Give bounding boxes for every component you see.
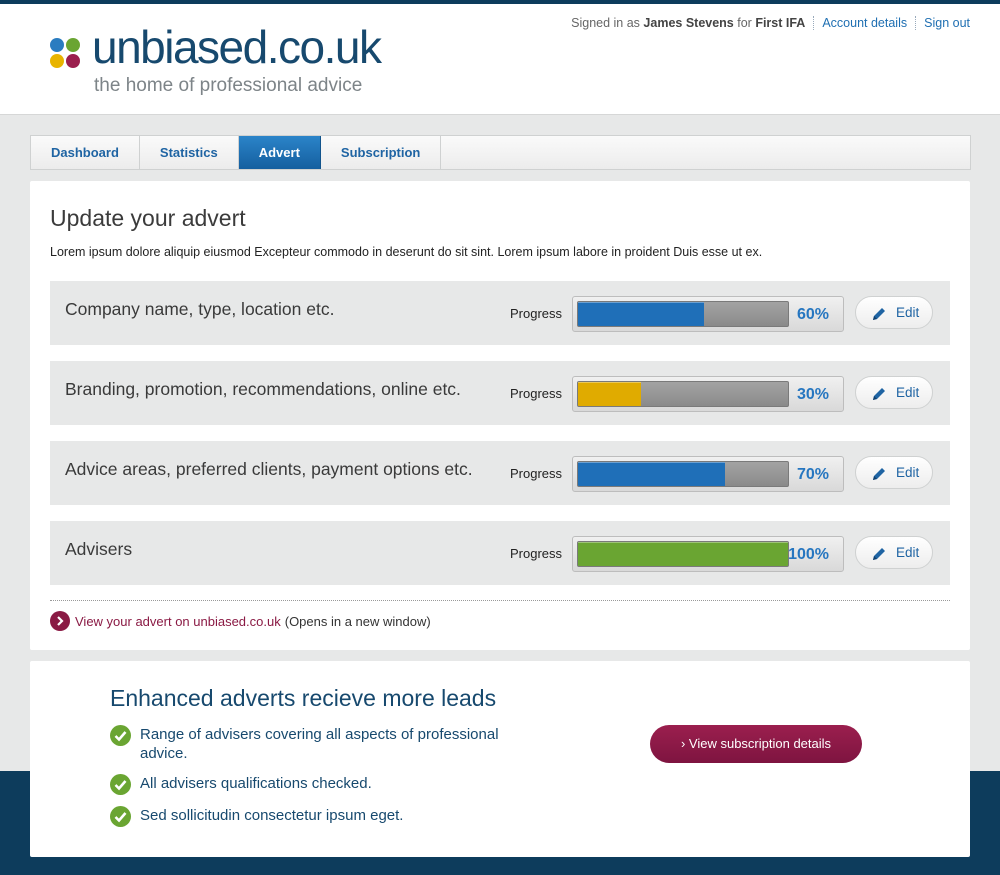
progress-label: Progress <box>510 306 563 321</box>
account-separator <box>813 16 815 30</box>
progress-track <box>577 381 789 407</box>
section-title: Branding, promotion, recommendations, on… <box>65 379 461 399</box>
pencil-icon <box>873 308 885 320</box>
check-circle-icon <box>110 806 131 827</box>
progress-percent: 70% <box>796 466 829 483</box>
progress-track <box>577 461 789 487</box>
account-details-link[interactable]: Account details <box>822 16 907 30</box>
logo-dots-icon[interactable] <box>50 38 82 70</box>
progress-percent: 30% <box>796 386 829 403</box>
feature-text: All advisers qualifications checked. <box>140 775 372 792</box>
promo-title: Enhanced adverts recieve more leads <box>110 685 497 711</box>
edit-button[interactable]: Edit <box>855 536 933 569</box>
edit-button[interactable]: Edit <box>855 296 933 329</box>
feature-item: Range of advisers covering all aspects o… <box>110 725 510 763</box>
progress-track <box>577 301 789 327</box>
tagline: the home of professional advice <box>94 75 363 96</box>
view-subscription-label: View subscription details <box>688 736 832 751</box>
edit-label: Edit <box>896 545 920 560</box>
section-title: Advisers <box>65 539 133 559</box>
intro-text: Lorem ipsum dolore aliquip eiusmod Excep… <box>50 245 763 259</box>
section-row-branding: Branding, promotion, recommendations, on… <box>50 361 950 425</box>
progress-fill <box>578 542 788 566</box>
logo-dot-magenta <box>66 54 80 68</box>
tab-dashboard[interactable]: Dashboard <box>31 136 140 169</box>
user-name: James Stevens <box>643 16 734 30</box>
promo-panel: Enhanced adverts recieve more leads Rang… <box>30 661 970 857</box>
pencil-icon <box>873 548 885 560</box>
progress-fill <box>578 382 641 406</box>
logo-text[interactable]: unbiased.co.uk <box>92 20 382 74</box>
progress-percent: 100% <box>788 546 829 563</box>
firm-name: First IFA <box>755 16 806 30</box>
check-circle-icon <box>110 725 131 746</box>
feature-item: All advisers qualifications checked. <box>110 774 510 795</box>
feature-text: Range of advisers covering all aspects o… <box>140 726 499 762</box>
progress-fill <box>578 462 725 486</box>
tab-statistics[interactable]: Statistics <box>140 136 239 169</box>
update-advert-panel: Update your advert Lorem ipsum dolore al… <box>30 181 970 650</box>
progress-bar: 30% <box>572 376 844 412</box>
logo-dot-blue <box>50 38 64 52</box>
progress-bar: 60% <box>572 296 844 332</box>
progress-label: Progress <box>510 546 563 561</box>
edit-button[interactable]: Edit <box>855 456 933 489</box>
logo-dot-green <box>66 38 80 52</box>
section-title: Advice areas, preferred clients, payment… <box>65 459 473 479</box>
chevron-right-icon <box>50 611 70 631</box>
chevron-right-icon: › <box>680 736 686 751</box>
account-bar: Signed in as James Stevens for First IFA… <box>571 16 970 30</box>
page-title: Update your advert <box>50 205 246 231</box>
sign-out-link[interactable]: Sign out <box>924 16 970 30</box>
tab-advert[interactable]: Advert <box>238 136 321 169</box>
account-separator <box>915 16 917 30</box>
section-title: Company name, type, location etc. <box>65 299 335 319</box>
section-row-advisers: Advisers Progress 100% Edit <box>50 521 950 585</box>
view-advert-row: View your advert on unbiased.co.uk (Open… <box>50 611 431 631</box>
view-subscription-button[interactable]: › View subscription details <box>650 725 862 763</box>
feature-item: Sed sollicitudin consectetur ipsum eget. <box>110 806 510 827</box>
dotted-divider <box>50 600 950 601</box>
feature-text: Sed sollicitudin consectetur ipsum eget. <box>140 807 404 824</box>
section-row-company: Company name, type, location etc. Progre… <box>50 281 950 345</box>
signed-in-prefix: Signed in as <box>571 16 640 30</box>
progress-bar: 100% <box>572 536 844 572</box>
edit-button[interactable]: Edit <box>855 376 933 409</box>
site-header: unbiased.co.uk the home of professional … <box>0 4 1000 115</box>
edit-label: Edit <box>896 305 920 320</box>
pencil-icon <box>873 468 885 480</box>
view-advert-link[interactable]: View your advert on unbiased.co.uk <box>75 614 281 629</box>
progress-label: Progress <box>510 386 563 401</box>
for-text: for <box>737 16 752 30</box>
logo-dot-yellow <box>50 54 64 68</box>
progress-track <box>577 541 789 567</box>
pencil-icon <box>873 388 885 400</box>
section-row-advice-areas: Advice areas, preferred clients, payment… <box>50 441 950 505</box>
progress-percent: 60% <box>796 306 829 323</box>
main-tabs: Dashboard Statistics Advert Subscription <box>30 135 971 170</box>
view-advert-note: (Opens in a new window) <box>284 613 431 629</box>
tab-subscription[interactable]: Subscription <box>321 136 442 169</box>
edit-label: Edit <box>896 465 920 480</box>
progress-bar: 70% <box>572 456 844 492</box>
progress-label: Progress <box>510 466 563 481</box>
edit-label: Edit <box>896 385 920 400</box>
check-circle-icon <box>110 774 131 795</box>
progress-fill <box>578 302 704 326</box>
